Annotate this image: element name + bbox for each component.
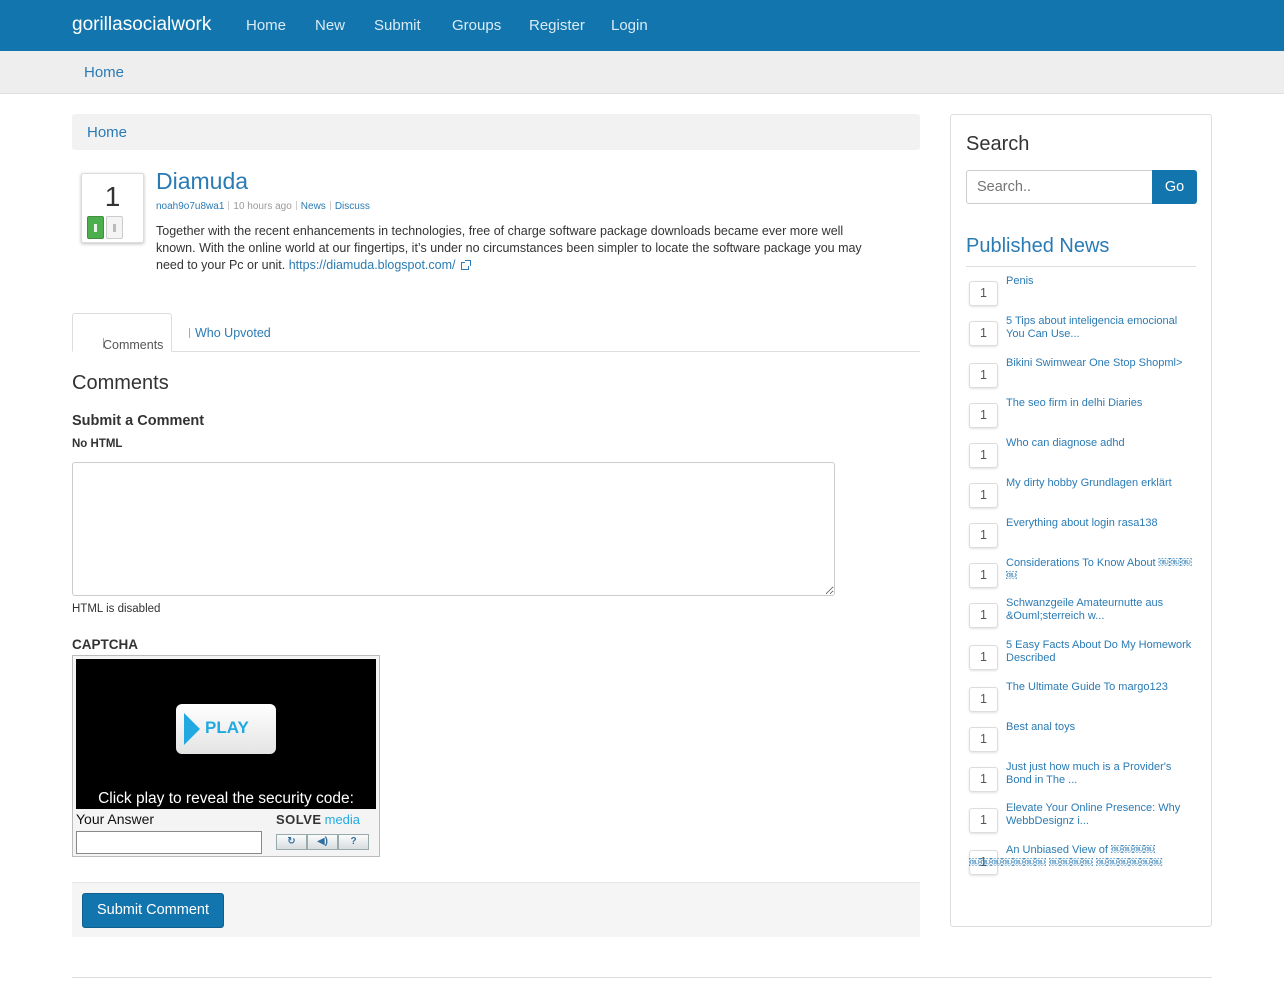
meta-separator <box>329 201 331 210</box>
post-meta: noah9o7u8wa1 10 hours ago News Discuss <box>156 201 370 212</box>
external-link-icon <box>460 260 471 270</box>
nav-new[interactable]: New <box>315 17 345 34</box>
news-vote-count: 1 <box>969 483 998 508</box>
published-news-list: 1 Penis 1 5 Tips about inteligencia emoc… <box>951 115 1213 928</box>
news-title-link[interactable]: An Unbiased View of ￼￼￼￼ ￼￼￼￼￼￼￼ ￼￼￼￼ ￼￼… <box>969 844 1169 870</box>
news-title-link[interactable]: The seo firm in delhi Diaries <box>1006 397 1196 410</box>
captcha-help-icon[interactable]: ? <box>338 834 369 850</box>
nav-login[interactable]: Login <box>611 17 648 34</box>
comment-textarea[interactable] <box>72 462 835 596</box>
no-html-label: No HTML <box>72 438 123 450</box>
post-title[interactable]: Diamuda <box>156 168 248 195</box>
submit-comment-heading: Submit a Comment <box>72 413 205 429</box>
news-title-link[interactable]: Schwanzgeile Amateurnutte aus &Ouml;ster… <box>1006 597 1196 623</box>
news-title-link[interactable]: Best anal toys <box>1006 721 1196 734</box>
meta-separator <box>228 201 230 210</box>
captcha-widget: PLAY Click play to reveal the security c… <box>72 655 380 857</box>
upvoters-icon <box>189 328 191 338</box>
logo-part2: media <box>324 812 361 827</box>
logo-part1: SOLVE <box>276 812 322 827</box>
form-actions: Submit Comment <box>72 882 920 937</box>
captcha-audio-icon[interactable]: ◀) <box>307 834 338 850</box>
news-title-link[interactable]: Elevate Your Online Presence: Why WebbDe… <box>1006 802 1196 828</box>
captcha-heading: CAPTCHA <box>72 637 138 652</box>
news-title-link[interactable]: My dirty hobby Grundlagen erklärt <box>1006 477 1196 490</box>
downvote-button[interactable] <box>106 216 123 239</box>
news-vote-count: 1 <box>969 443 998 468</box>
news-title-link[interactable]: Just just how much is a Provider's Bond … <box>1006 761 1196 787</box>
post-body-text: Together with the recent enhancements in… <box>156 224 862 272</box>
news-vote-count: 1 <box>969 563 998 588</box>
solvemedia-logo: SOLVE media <box>276 812 360 827</box>
news-vote-count: 1 <box>969 808 998 833</box>
news-vote-count: 1 <box>969 321 998 346</box>
news-vote-count: 1 <box>969 363 998 388</box>
captcha-video-area: PLAY Click play to reveal the security c… <box>76 659 376 809</box>
nav-home[interactable]: Home <box>246 17 286 34</box>
captcha-play-button[interactable]: PLAY <box>176 704 276 754</box>
post-source-link[interactable]: https://diamuda.blogspot.com/ <box>289 258 456 272</box>
meta-separator <box>295 201 297 210</box>
sub-navbar: Home <box>0 51 1284 94</box>
post-discuss-link[interactable]: Discuss <box>335 201 370 212</box>
captcha-refresh-icon[interactable]: ↻ <box>276 834 307 850</box>
comments-heading: Comments <box>72 372 169 394</box>
submit-comment-button[interactable]: Submit Comment <box>82 893 224 928</box>
captcha-answer-label: Your Answer <box>76 811 155 827</box>
captcha-instruction: Click play to reveal the security code: <box>98 790 354 807</box>
news-title-link[interactable]: Who can diagnose adhd <box>1006 437 1196 450</box>
tab-who-upvoted-label: Who Upvoted <box>195 326 271 340</box>
news-vote-count: 1 <box>969 523 998 548</box>
nav-submit[interactable]: Submit <box>374 17 421 34</box>
tabs-divider <box>72 351 920 352</box>
upvote-button[interactable] <box>87 216 104 239</box>
post-category-link[interactable]: News <box>301 201 326 212</box>
news-vote-count: 1 <box>969 403 998 428</box>
news-vote-count: 1 <box>969 603 998 628</box>
news-title-link[interactable]: Bikini Swimwear One Stop Shopml> <box>1006 357 1196 370</box>
news-title-link[interactable]: Considerations To Know About ￼￼￼￼ <box>1006 557 1196 583</box>
tab-comments-label: Comments <box>103 338 164 352</box>
captcha-answer-input[interactable] <box>76 831 262 854</box>
news-title-link[interactable]: Everything about login rasa138 <box>1006 517 1196 530</box>
nav-register[interactable]: Register <box>529 17 585 34</box>
top-navbar: gorillasocialwork Home New Submit Groups… <box>0 0 1284 51</box>
play-icon <box>184 713 200 745</box>
post-author-link[interactable]: noah9o7u8wa1 <box>156 201 224 212</box>
footer-divider <box>72 977 1212 978</box>
brand-logo-link[interactable]: gorillasocialwork <box>72 14 211 36</box>
post-body: Together with the recent enhancements in… <box>156 223 864 274</box>
breadcrumb-home-link[interactable]: Home <box>87 124 127 141</box>
vote-count: 1 <box>104 181 121 212</box>
tab-comments[interactable]: Comments <box>72 313 172 352</box>
news-vote-count: 1 <box>969 687 998 712</box>
news-title-link[interactable]: 5 Tips about inteligencia emocional You … <box>1006 315 1196 341</box>
news-title-link[interactable]: Penis <box>1006 275 1196 288</box>
play-label: PLAY <box>205 718 249 737</box>
vote-box: 1 <box>81 173 144 243</box>
news-title-link[interactable]: The Ultimate Guide To margo123 <box>1006 681 1196 694</box>
news-vote-count: 1 <box>969 767 998 792</box>
subnav-home-link[interactable]: Home <box>84 64 124 81</box>
news-vote-count: 1 <box>969 645 998 670</box>
news-vote-count: 1 <box>969 281 998 306</box>
sidebar: Search Go Published News 1 Penis 1 5 Tip… <box>950 114 1212 927</box>
post-time: 10 hours ago <box>233 201 292 212</box>
news-vote-count: 1 <box>969 727 998 752</box>
tab-who-upvoted[interactable]: Who Upvoted <box>189 326 271 340</box>
breadcrumb: Home <box>72 114 920 150</box>
nav-groups[interactable]: Groups <box>452 17 501 34</box>
html-disabled-help: HTML is disabled <box>72 603 161 615</box>
news-title-link[interactable]: 5 Easy Facts About Do My Homework Descri… <box>1006 639 1196 665</box>
